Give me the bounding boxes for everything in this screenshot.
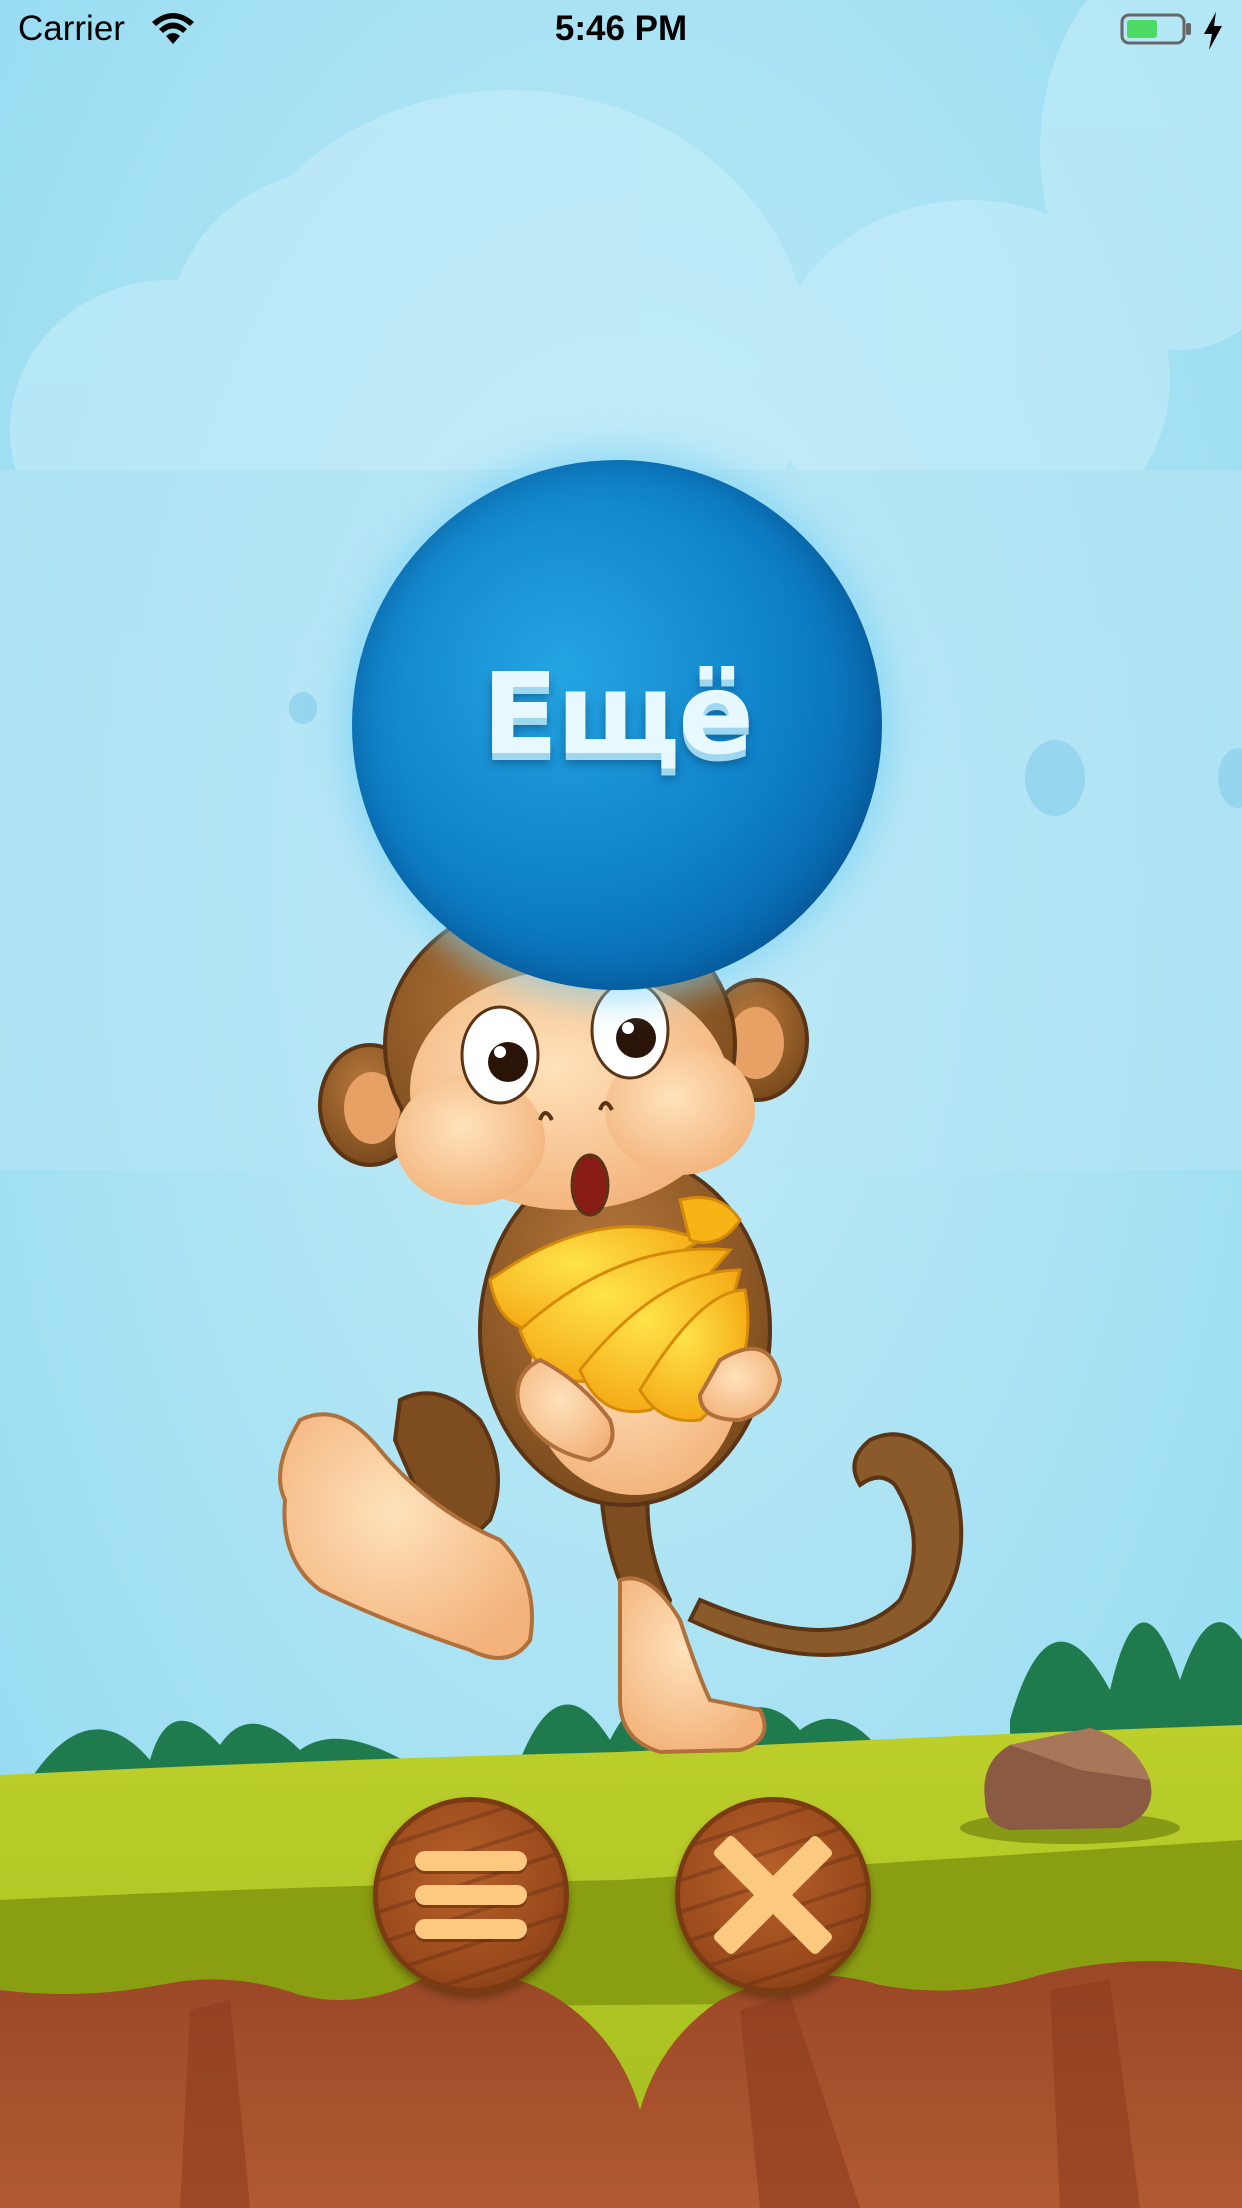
more-button-label: Ещё xyxy=(481,650,754,780)
close-button[interactable] xyxy=(675,1797,871,1993)
hamburger-icon xyxy=(411,1845,531,1945)
battery-icon xyxy=(1120,13,1191,45)
floating-bubble-decoration xyxy=(289,692,317,724)
charging-bolt-icon xyxy=(1204,12,1222,50)
floating-bubble-decoration xyxy=(1025,740,1085,816)
close-x-icon xyxy=(714,1836,832,1954)
status-bar: Carrier 5:46 PM xyxy=(0,0,1242,60)
game-scene xyxy=(0,0,1242,2208)
clock-time: 5:46 PM xyxy=(554,9,688,48)
more-button[interactable]: Ещё xyxy=(352,460,882,990)
menu-button[interactable] xyxy=(373,1797,569,1993)
